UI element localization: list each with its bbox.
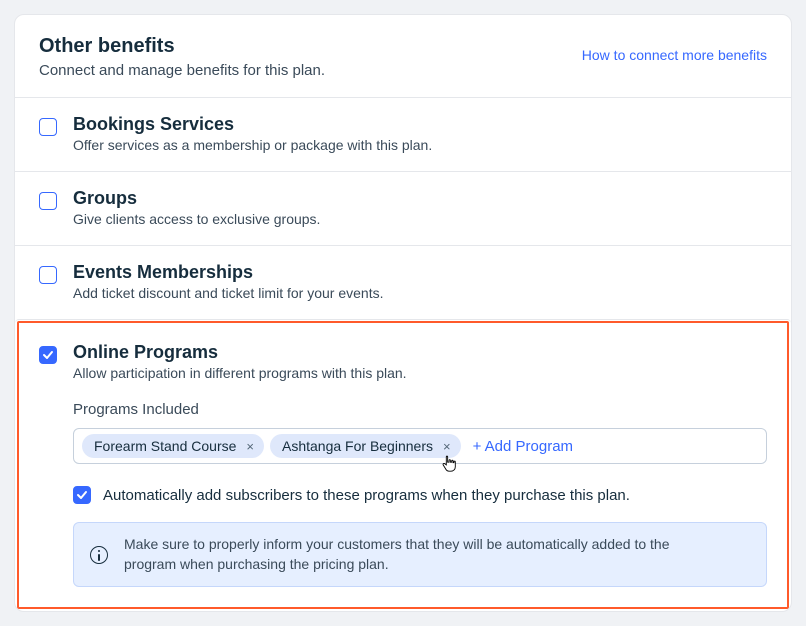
benefit-groups: Groups Give clients access to exclusive … [15,171,791,245]
check-icon [76,489,88,501]
events-title: Events Memberships [73,262,767,283]
header-title: Other benefits [39,35,325,58]
card-header: Other benefits Connect and manage benefi… [15,15,791,97]
add-program-button[interactable]: + Add Program [473,438,573,455]
groups-checkbox[interactable] [39,192,57,210]
events-desc: Add ticket discount and ticket limit for… [73,285,767,301]
events-content: Events Memberships Add ticket discount a… [73,262,767,301]
programs-desc: Allow participation in different program… [73,365,767,381]
auto-add-checkbox[interactable] [73,486,91,504]
bookings-title: Bookings Services [73,114,767,135]
chip-forearm-stand: Forearm Stand Course × [82,434,264,458]
info-icon [90,546,108,564]
chip-label: Forearm Stand Course [94,438,236,454]
programs-checkbox[interactable] [39,346,57,364]
programs-title: Online Programs [73,342,767,363]
header-subtitle: Connect and manage benefits for this pla… [39,62,325,79]
check-icon [42,349,54,361]
events-checkbox[interactable] [39,266,57,284]
info-banner: Make sure to properly inform your custom… [73,522,767,587]
bookings-checkbox[interactable] [39,118,57,136]
programs-section-label: Programs Included [73,401,767,418]
benefit-programs: Online Programs Allow participation in d… [15,319,791,611]
programs-content: Online Programs Allow participation in d… [73,342,767,587]
auto-add-label: Automatically add subscribers to these p… [103,487,630,504]
benefits-card: Other benefits Connect and manage benefi… [14,14,792,612]
groups-content: Groups Give clients access to exclusive … [73,188,767,227]
programs-chip-field[interactable]: Forearm Stand Course × Ashtanga For Begi… [73,428,767,464]
groups-desc: Give clients access to exclusive groups. [73,211,767,227]
chip-remove-icon[interactable]: × [244,440,256,453]
bookings-content: Bookings Services Offer services as a me… [73,114,767,153]
benefit-bookings: Bookings Services Offer services as a me… [15,97,791,171]
chip-label: Ashtanga For Beginners [282,438,433,454]
benefit-events: Events Memberships Add ticket discount a… [15,245,791,319]
connect-benefits-link[interactable]: How to connect more benefits [582,47,767,63]
chip-remove-icon[interactable]: × [441,440,453,453]
groups-title: Groups [73,188,767,209]
header-text: Other benefits Connect and manage benefi… [39,35,325,79]
bookings-desc: Offer services as a membership or packag… [73,137,767,153]
chip-ashtanga: Ashtanga For Beginners × [270,434,461,458]
auto-add-row: Automatically add subscribers to these p… [73,486,767,504]
info-text: Make sure to properly inform your custom… [124,535,684,574]
